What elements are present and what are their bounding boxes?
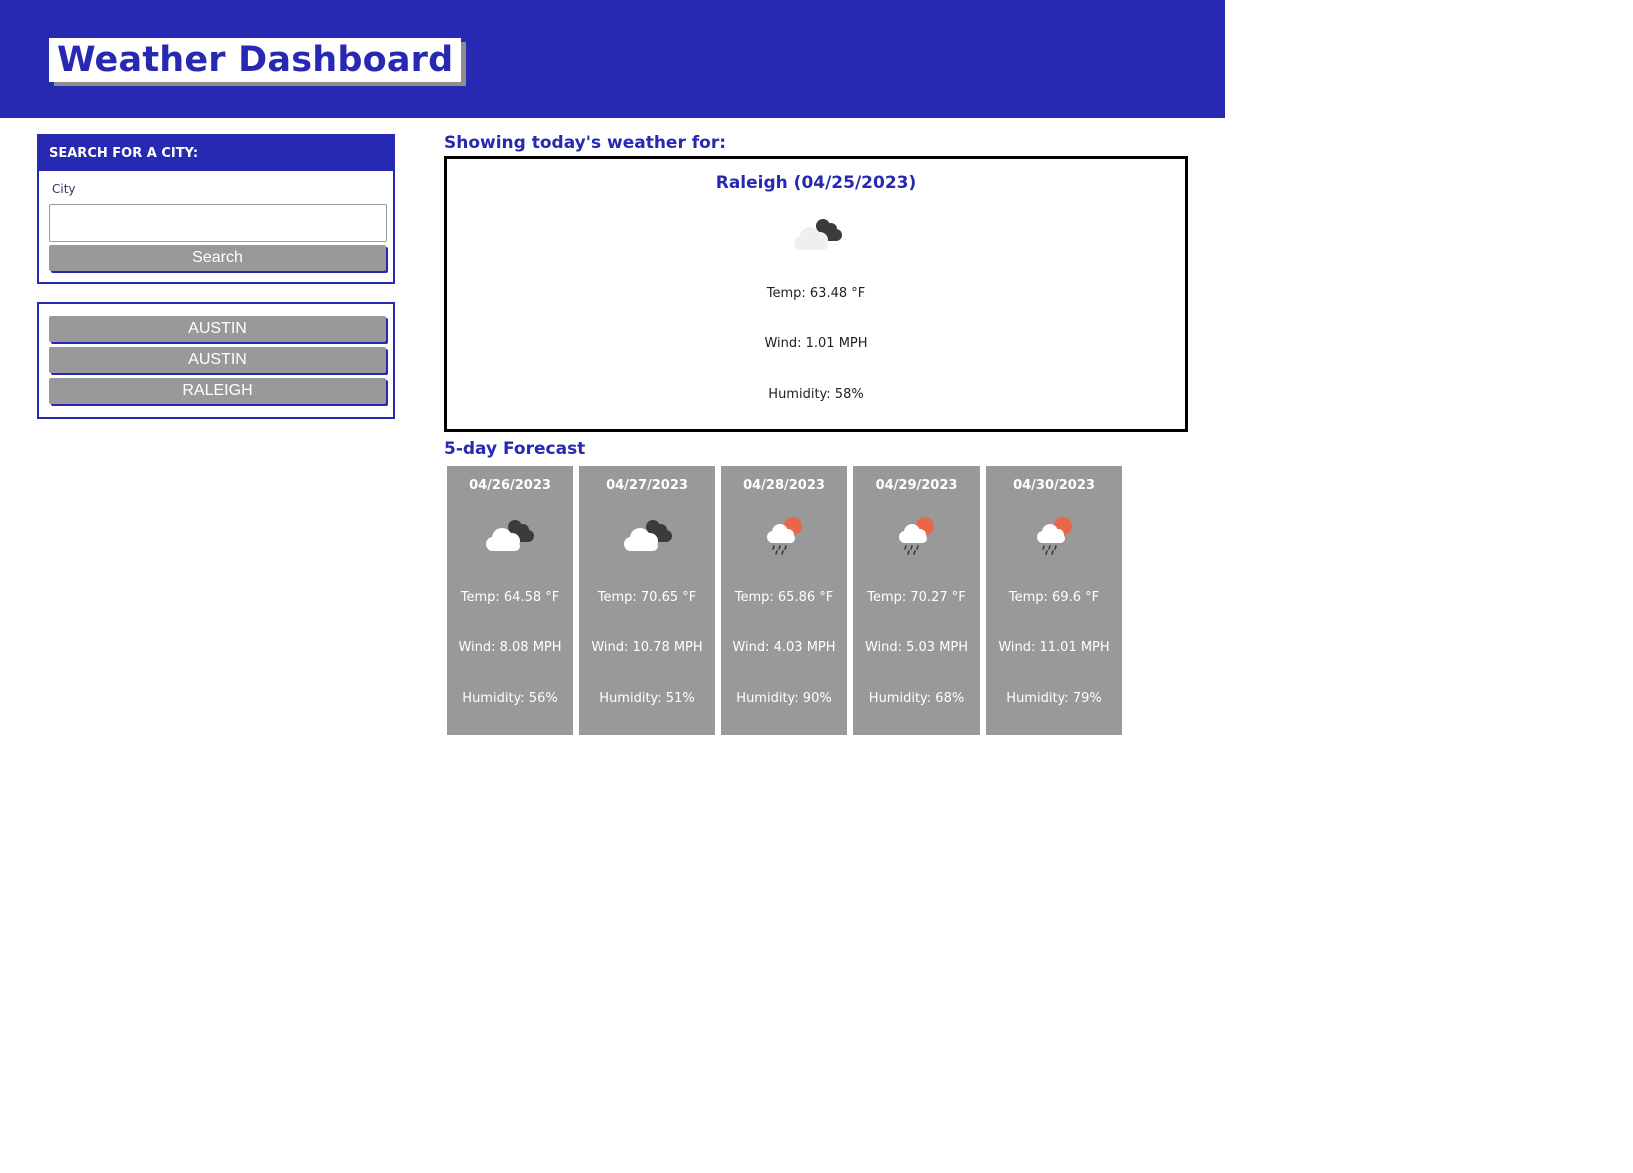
forecast-temp: Temp: 64.58 °F (460, 590, 560, 605)
header-bar: Weather Dashboard (0, 0, 1225, 118)
history-city-button[interactable]: AUSTIN (49, 316, 386, 342)
forecast-card: 04/26/2023 Temp: 64.58 °F Wind: 8.08 MPH… (447, 466, 573, 735)
forecast-date: 04/29/2023 (875, 478, 958, 493)
forecast-heading: 5-day Forecast (444, 439, 586, 459)
forecast-humidity: Humidity: 90% (736, 691, 832, 706)
forecast-humidity: Humidity: 68% (868, 691, 965, 706)
forecast-date: 04/28/2023 (743, 478, 825, 493)
current-wind: Wind: 1.01 MPH (764, 336, 868, 351)
search-button[interactable]: Search (49, 245, 386, 271)
rain-sun-icon (767, 517, 802, 555)
search-panel-heading: SEARCH FOR A CITY: (39, 136, 393, 171)
city-search-input[interactable] (49, 204, 387, 242)
search-panel: SEARCH FOR A CITY: City Search (37, 134, 395, 284)
forecast-wind: Wind: 10.78 MPH (591, 640, 703, 655)
city-label: City (52, 182, 76, 196)
current-weather-card: Raleigh (04/25/2023) Temp: 63.48 °F Wind… (444, 156, 1188, 432)
forecast-date: 04/27/2023 (606, 478, 688, 493)
forecast-card: 04/29/2023 Temp: 70.27 °F Wind: 5.03 MPH… (853, 466, 980, 735)
history-city-button[interactable]: AUSTIN (49, 347, 386, 373)
forecast-date: 04/26/2023 (469, 478, 551, 493)
forecast-wind: Wind: 5.03 MPH (864, 640, 969, 655)
forecast-wind: Wind: 11.01 MPH (998, 640, 1110, 655)
current-temp: Temp: 63.48 °F (766, 286, 866, 301)
forecast-wind: Wind: 4.03 MPH (732, 640, 836, 655)
forecast-card: 04/28/2023 Temp: 65.86 °F Wind: 4.03 MPH… (721, 466, 847, 735)
forecast-humidity: Humidity: 51% (599, 691, 695, 706)
current-humidity: Humidity: 58% (768, 387, 864, 402)
forecast-temp: Temp: 69.6 °F (1008, 590, 1100, 605)
forecast-date: 04/30/2023 (1013, 478, 1095, 493)
current-city-date: Raleigh (04/25/2023) (715, 173, 917, 193)
forecast-humidity: Humidity: 56% (462, 691, 558, 706)
cloudy-icon (624, 520, 672, 551)
page-title: Weather Dashboard (49, 38, 462, 82)
cloudy-icon (794, 219, 842, 250)
today-heading: Showing today's weather for: (444, 133, 727, 153)
rain-sun-icon (1037, 517, 1072, 555)
search-history-panel: AUSTIN AUSTIN RALEIGH (37, 302, 395, 419)
cloudy-icon (486, 520, 534, 551)
history-city-button[interactable]: RALEIGH (49, 378, 386, 404)
forecast-temp: Temp: 70.27 °F (867, 590, 966, 605)
forecast-card: 04/27/2023 Temp: 70.65 °F Wind: 10.78 MP… (579, 466, 715, 735)
forecast-temp: Temp: 65.86 °F (734, 590, 834, 605)
forecast-temp: Temp: 70.65 °F (597, 590, 697, 605)
forecast-humidity: Humidity: 79% (1006, 691, 1102, 706)
rain-sun-icon (899, 517, 934, 555)
forecast-wind: Wind: 8.08 MPH (458, 640, 562, 655)
forecast-card: 04/30/2023 Temp: 69.6 °F Wind: 11.01 MPH… (986, 466, 1122, 735)
